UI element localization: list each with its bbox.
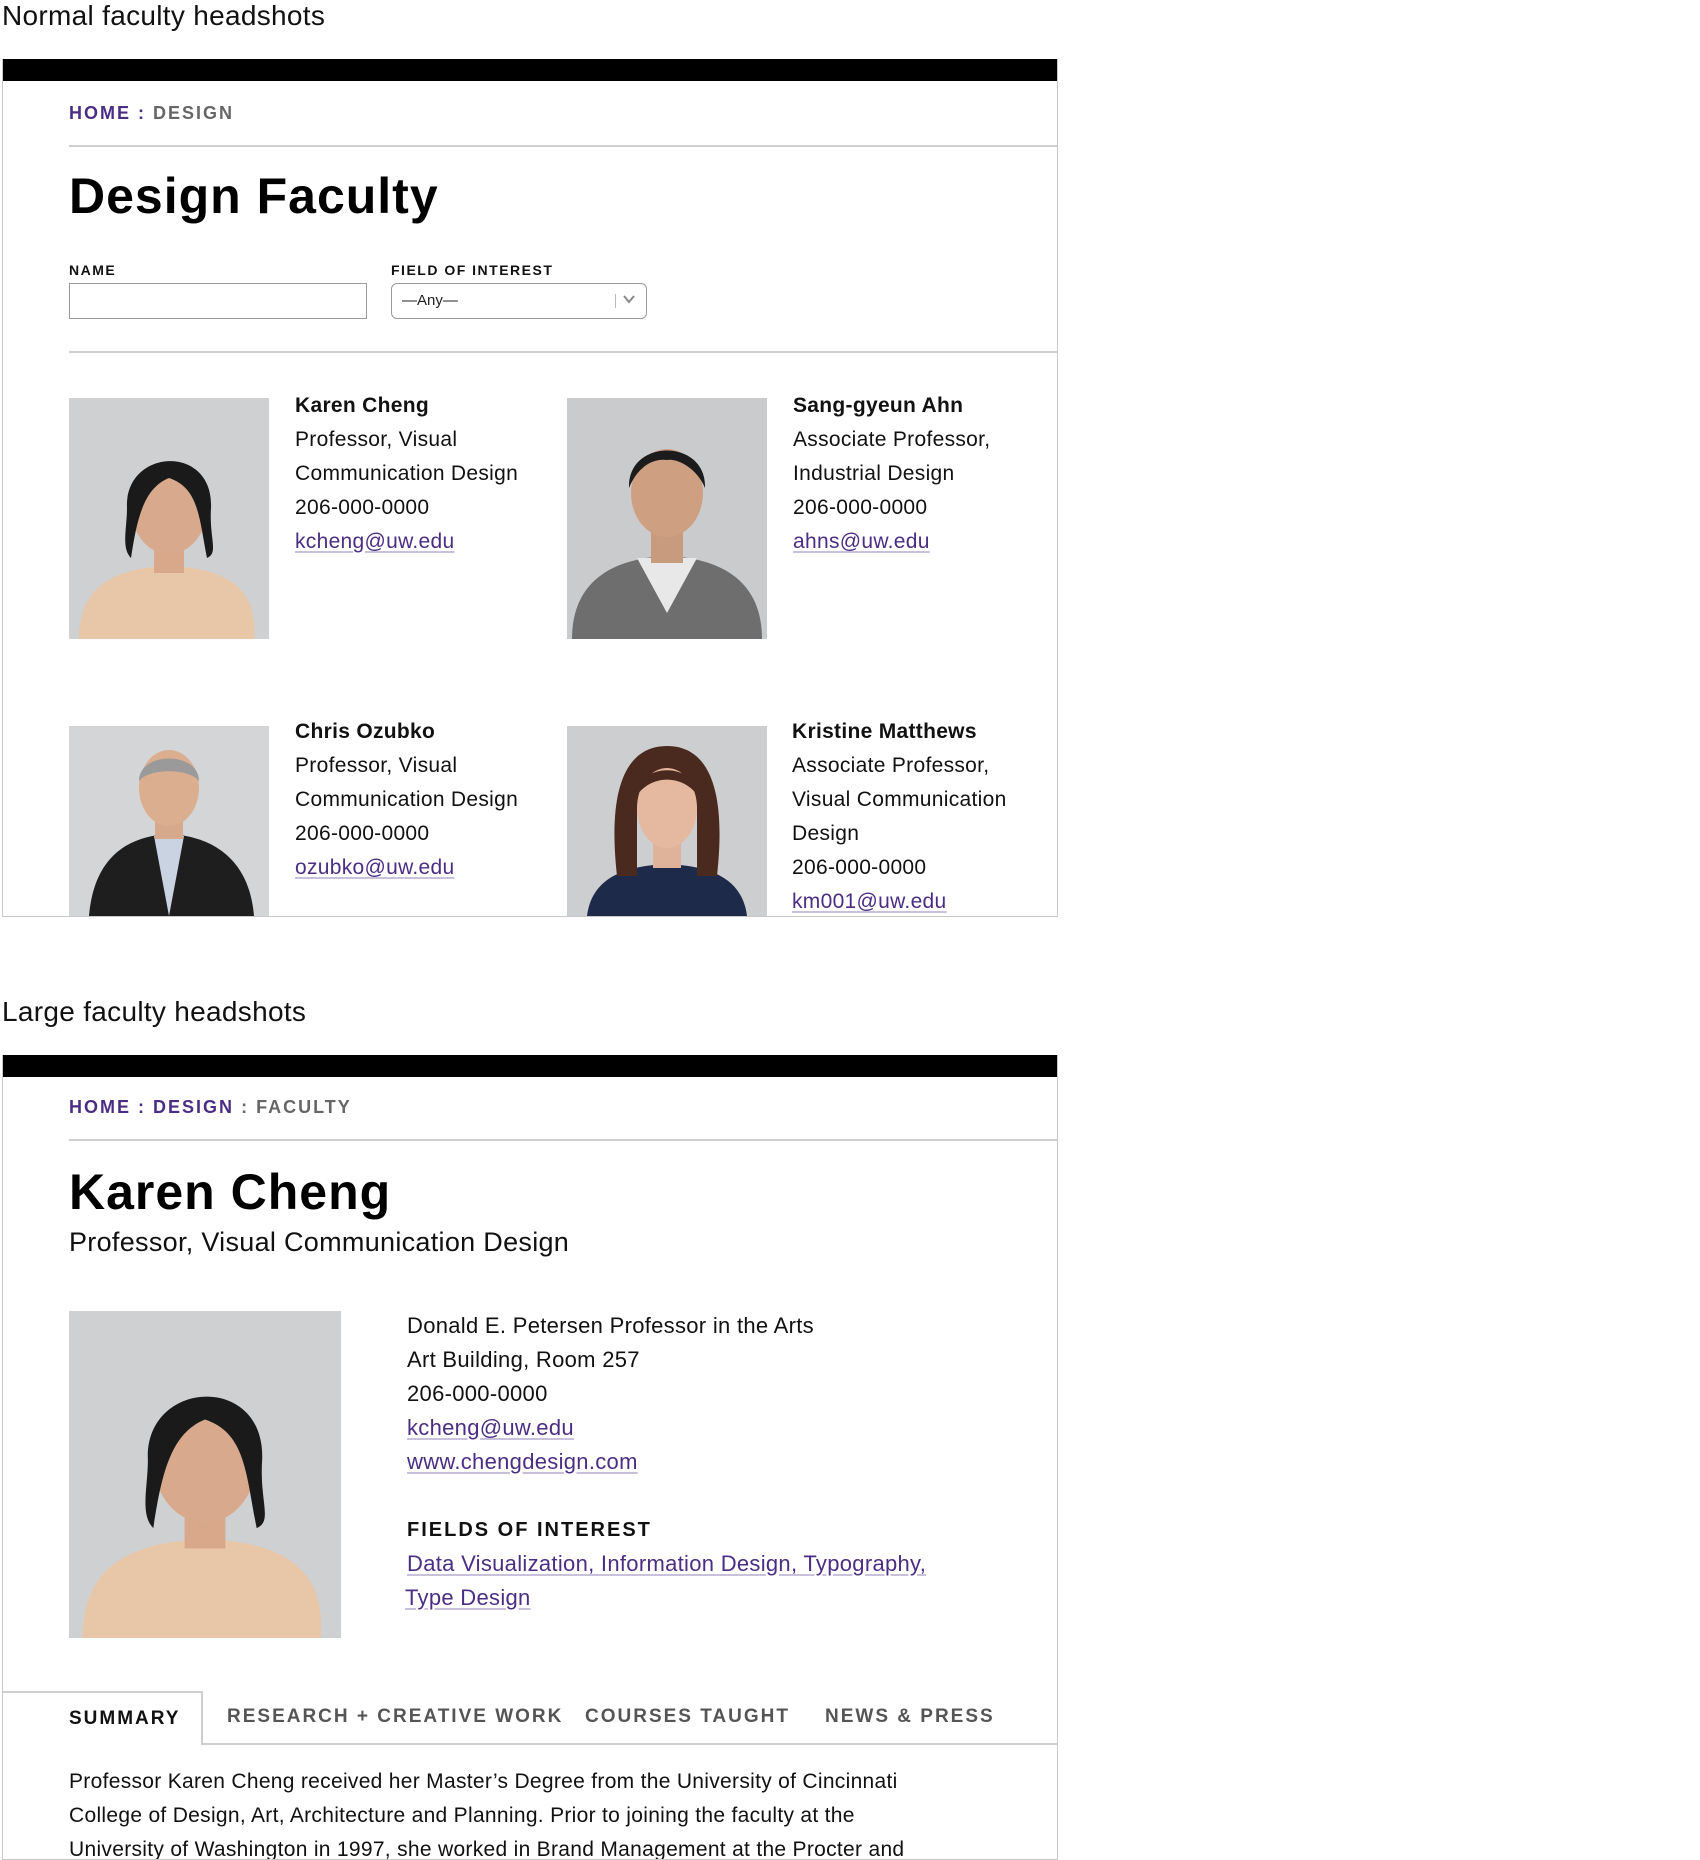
top-bar — [3, 59, 1057, 81]
summary-text: Professor Karen Cheng received her Maste… — [69, 1765, 969, 1860]
faculty-phone: 206-000-0000 — [295, 822, 430, 845]
faculty-card: Kristine Matthews Associate Professor, V… — [792, 715, 1007, 916]
breadcrumb-current: FACULTY — [256, 1097, 352, 1117]
portrait-image — [567, 398, 767, 639]
fields-of-interest-link[interactable]: Data Visualization, Information Design, … — [407, 1551, 926, 1576]
top-bar — [3, 1055, 1057, 1077]
profile-email-link[interactable]: kcheng@uw.edu — [407, 1415, 574, 1440]
breadcrumb-home-link[interactable]: HOME — [69, 1097, 131, 1117]
breadcrumb-divider — [69, 145, 1057, 147]
portrait-image — [567, 726, 767, 916]
portrait-image — [69, 398, 269, 639]
faculty-title: Associate Professor, — [792, 754, 990, 777]
faculty-profile-frame: HOME : DESIGN : FACULTY Karen Cheng Prof… — [2, 1055, 1058, 1860]
filter-divider — [69, 351, 1057, 353]
profile-contact: Donald E. Petersen Professor in the Arts… — [405, 1309, 926, 1615]
name-filter-input[interactable] — [69, 283, 367, 319]
tab-research-creative-work[interactable]: RESEARCH + CREATIVE WORK — [227, 1691, 563, 1745]
faculty-directory-frame: HOME : DESIGN Design Faculty NAME FIELD … — [2, 59, 1058, 917]
profile-subtitle: Professor, Visual Communication Design — [69, 1227, 570, 1257]
profile-name: Karen Cheng — [69, 1164, 392, 1220]
office-location: Art Building, Room 257 — [407, 1347, 640, 1372]
section-caption-normal: Normal faculty headshots — [2, 0, 326, 31]
section-caption-large: Large faculty headshots — [2, 996, 307, 1027]
faculty-name[interactable]: Karen Cheng — [295, 389, 518, 423]
endowed-chair: Donald E. Petersen Professor in the Arts — [407, 1313, 814, 1338]
faculty-phone: 206-000-0000 — [295, 496, 430, 519]
breadcrumb-divider — [69, 1139, 1057, 1141]
breadcrumb-separator: : — [138, 1097, 147, 1117]
faculty-phone: 206-000-0000 — [792, 856, 927, 879]
profile-photo — [69, 1311, 341, 1638]
breadcrumb: HOME : DESIGN — [69, 103, 234, 124]
breadcrumb-current: DESIGN — [153, 103, 235, 123]
summary-line: Professor Karen Cheng received her Maste… — [69, 1770, 898, 1793]
faculty-card: Sang-gyeun Ahn Associate Professor, Indu… — [793, 389, 990, 559]
chevron-down-icon — [623, 295, 635, 304]
faculty-name[interactable]: Sang-gyeun Ahn — [793, 389, 990, 423]
field-of-interest-value: —Any— — [402, 292, 458, 309]
profile-phone: 206-000-0000 — [407, 1381, 548, 1406]
portrait-image — [69, 1311, 341, 1638]
breadcrumb-separator: : — [241, 1097, 250, 1117]
tab-summary[interactable]: SUMMARY — [3, 1691, 203, 1745]
faculty-email-link[interactable]: ahns@uw.edu — [793, 530, 930, 553]
faculty-title: Communication Design — [295, 788, 519, 811]
faculty-email-link[interactable]: kcheng@uw.edu — [295, 530, 455, 553]
faculty-email-link[interactable]: km001@uw.edu — [792, 890, 947, 913]
faculty-photo[interactable] — [69, 398, 269, 639]
field-of-interest-select[interactable]: —Any— — [391, 283, 647, 319]
name-filter-label: NAME — [69, 262, 117, 278]
breadcrumb-design-link[interactable]: DESIGN — [153, 1097, 234, 1117]
faculty-photo[interactable] — [567, 726, 767, 916]
faculty-title: Professor, Visual — [295, 754, 458, 777]
fields-of-interest-link[interactable]: Type Design — [405, 1585, 531, 1610]
faculty-name[interactable]: Kristine Matthews — [792, 715, 1007, 749]
faculty-title: Industrial Design — [793, 462, 955, 485]
faculty-card: Karen Cheng Professor, Visual Communicat… — [295, 389, 518, 559]
summary-line: University of Washington in 1997, she wo… — [69, 1838, 905, 1860]
faculty-name[interactable]: Chris Ozubko — [295, 715, 518, 749]
portrait-image — [69, 726, 269, 916]
faculty-title: Communication Design — [295, 462, 519, 485]
faculty-title: Associate Professor, — [793, 428, 991, 451]
fields-of-interest-heading: FIELDS OF INTEREST — [407, 1519, 652, 1541]
tab-courses-taught[interactable]: COURSES TAUGHT — [585, 1691, 790, 1745]
faculty-photo[interactable] — [567, 398, 767, 639]
profile-website-link[interactable]: www.chengdesign.com — [407, 1449, 638, 1474]
breadcrumb-separator: : — [138, 103, 147, 123]
select-divider — [615, 294, 616, 308]
profile-tabs: SUMMARY RESEARCH + CREATIVE WORK COURSES… — [3, 1691, 1057, 1745]
breadcrumb: HOME : DESIGN : FACULTY — [69, 1097, 352, 1118]
faculty-title: Visual Communication — [792, 788, 1007, 811]
breadcrumb-home-link[interactable]: HOME — [69, 103, 131, 123]
faculty-title: Design — [792, 822, 860, 845]
field-of-interest-label: FIELD OF INTEREST — [391, 262, 554, 278]
faculty-email-link[interactable]: ozubko@uw.edu — [295, 856, 455, 879]
faculty-card: Chris Ozubko Professor, Visual Communica… — [295, 715, 518, 885]
summary-line: College of Design, Art, Architecture and… — [69, 1804, 855, 1827]
faculty-title: Professor, Visual — [295, 428, 458, 451]
faculty-phone: 206-000-0000 — [793, 496, 928, 519]
faculty-photo[interactable] — [69, 726, 269, 916]
tab-news-press[interactable]: NEWS & PRESS — [825, 1691, 995, 1745]
page-title: Design Faculty — [69, 168, 439, 224]
